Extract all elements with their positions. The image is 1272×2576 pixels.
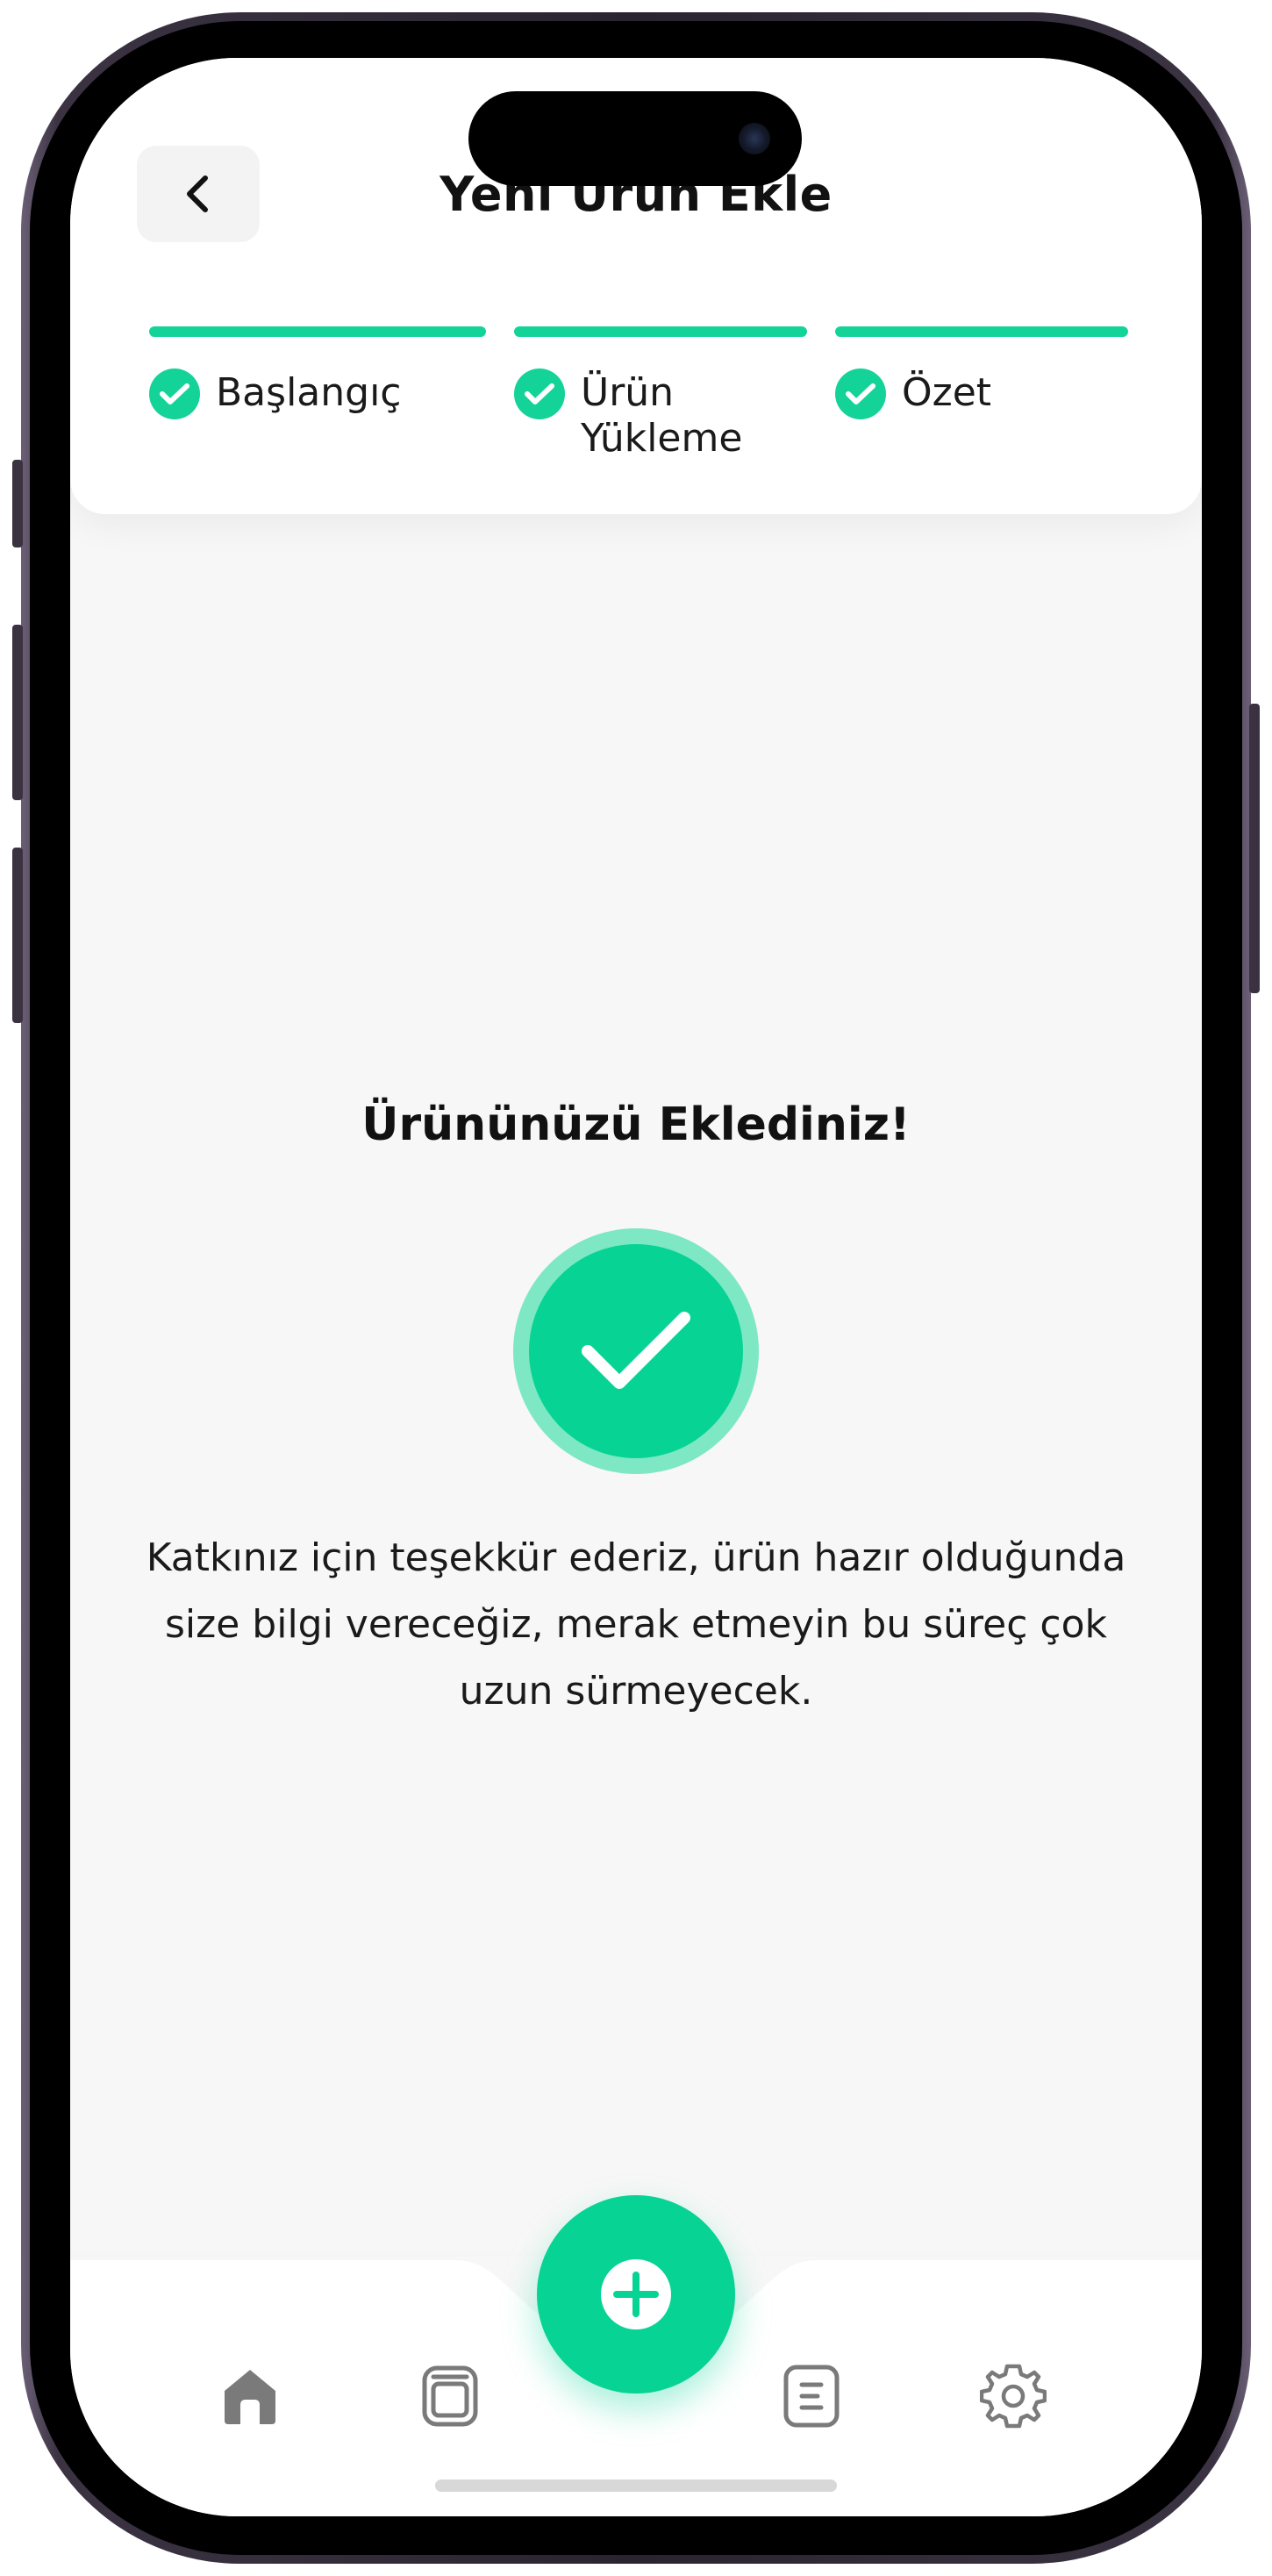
- step-label-line1: Ürün: [581, 370, 675, 415]
- power-button: [1249, 704, 1260, 993]
- success-badge: [513, 1228, 759, 1474]
- success-message: Katkınız için teşekkür ederiz, ürün hazı…: [146, 1535, 1126, 1714]
- step-check-icon: [514, 369, 565, 419]
- action-button: [12, 460, 23, 547]
- step-label: Özet: [902, 370, 992, 415]
- step-progress-bar: [514, 326, 807, 337]
- settings-icon: [980, 2364, 1047, 2429]
- volume-down-button: [12, 848, 23, 1023]
- add-icon: [601, 2259, 671, 2329]
- step-progress-bar: [835, 326, 1128, 337]
- nav-documents[interactable]: [772, 2357, 851, 2436]
- success-title: Ürününüzü Eklediniz!: [361, 1098, 911, 1151]
- step-check-icon: [835, 369, 886, 419]
- success-badge-core: [529, 1244, 743, 1458]
- step-label: Başlangıç: [216, 370, 402, 415]
- step-label-line2: Yükleme: [581, 416, 743, 461]
- volume-up-button: [12, 625, 23, 800]
- step-check-icon: [149, 369, 200, 419]
- document-icon: [783, 2365, 840, 2428]
- nav-home[interactable]: [211, 2357, 289, 2436]
- app-screen: Yeni Ürün Ekle Başlangıç Ürün Yükleme Öz…: [70, 58, 1202, 2516]
- gallery-icon: [422, 2365, 478, 2427]
- step-progress-bar: [149, 326, 486, 337]
- add-product-fab[interactable]: [537, 2195, 735, 2394]
- front-camera: [739, 123, 770, 154]
- step-baslangic: Başlangıç: [149, 326, 486, 419]
- step-ozet: Özet: [835, 326, 1128, 419]
- home-indicator[interactable]: [435, 2479, 837, 2492]
- home-icon: [225, 2370, 275, 2424]
- checkmark-icon: [582, 1312, 690, 1389]
- step-urun-yukleme: Ürün Yükleme: [514, 326, 807, 461]
- nav-settings[interactable]: [974, 2357, 1053, 2436]
- nav-gallery[interactable]: [411, 2357, 490, 2436]
- step-label: Ürün Yükleme: [581, 370, 742, 462]
- dynamic-island: [468, 91, 802, 186]
